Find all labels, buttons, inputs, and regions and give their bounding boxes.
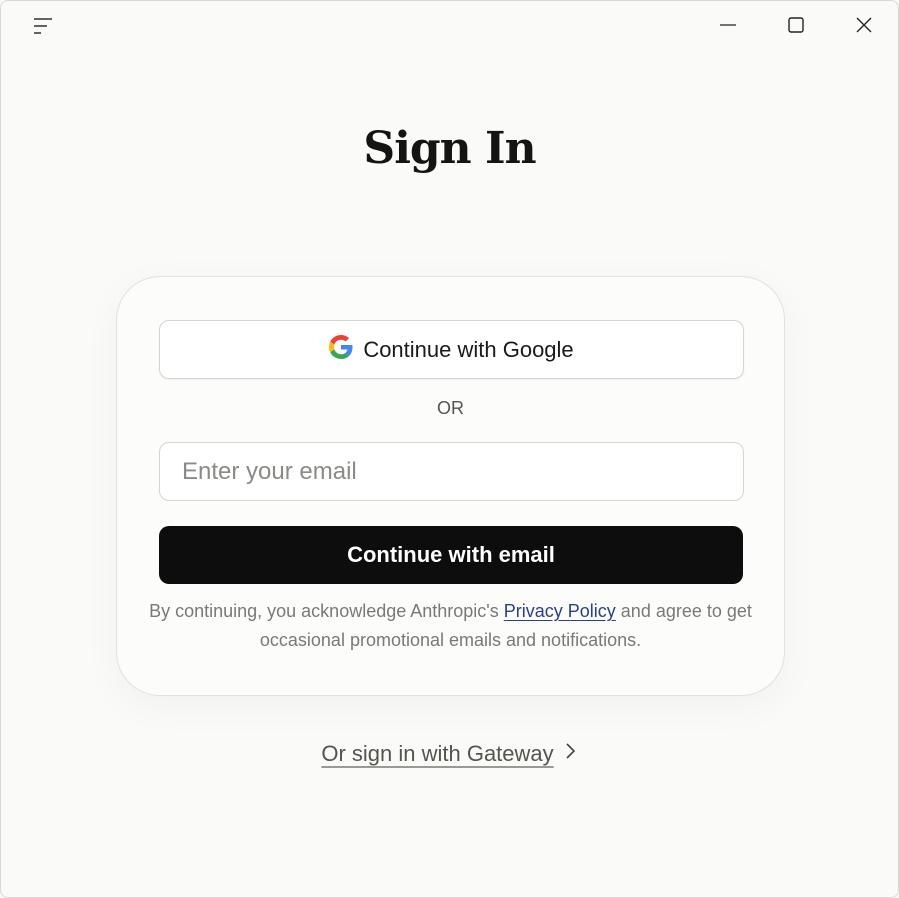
google-logo-icon	[329, 334, 353, 365]
sign-in-card: Continue with Google OR Continue with em…	[116, 276, 785, 696]
menu-button[interactable]	[25, 13, 61, 41]
or-divider: OR	[437, 398, 464, 418]
legal-notice: By continuing, you acknowledge Anthropic…	[147, 597, 754, 655]
close-button[interactable]	[830, 1, 898, 53]
legal-prefix: By continuing, you acknowledge Anthropic…	[149, 601, 499, 621]
gateway-sign-in: Or sign in with Gateway	[1, 741, 898, 767]
email-input[interactable]	[159, 442, 744, 501]
page-title: Sign In	[363, 123, 536, 174]
maximize-icon	[788, 16, 804, 38]
maximize-button[interactable]	[762, 1, 830, 53]
app-window: Sign In Continue with Google OR Continue…	[0, 0, 899, 898]
chevron-right-icon[interactable]	[564, 741, 578, 767]
email-button-label: Continue with email	[347, 542, 555, 567]
menu-icon	[25, 13, 61, 41]
continue-with-email-button[interactable]: Continue with email	[159, 526, 743, 584]
close-icon	[856, 17, 872, 38]
minimize-button[interactable]	[694, 1, 762, 53]
continue-with-google-button[interactable]: Continue with Google	[159, 320, 744, 379]
google-button-label: Continue with Google	[363, 336, 574, 362]
window-controls	[694, 1, 898, 53]
privacy-policy-link[interactable]: Privacy Policy	[504, 601, 616, 621]
minimize-icon	[720, 17, 736, 38]
gateway-sign-in-link[interactable]: Or sign in with Gateway	[321, 741, 553, 767]
